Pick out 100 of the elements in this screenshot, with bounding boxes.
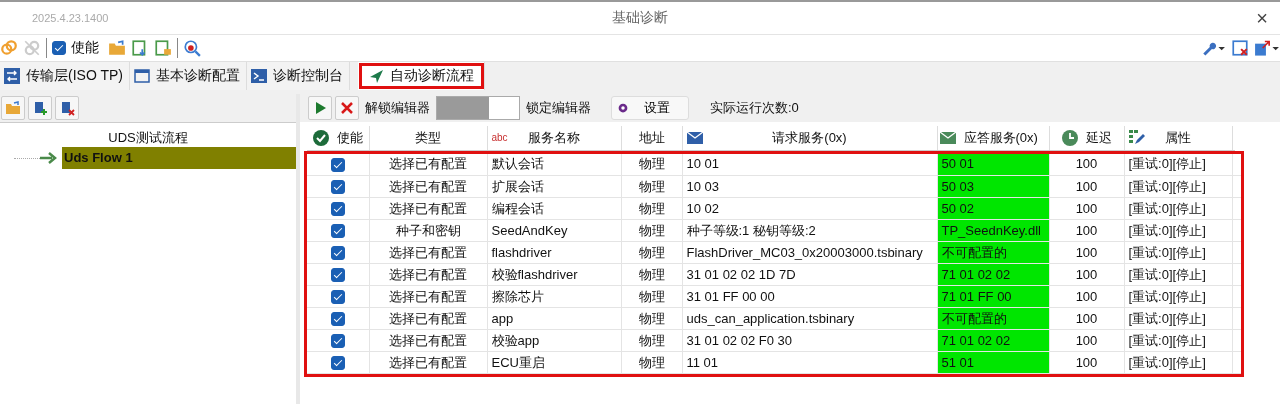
row-checkbox[interactable]	[330, 180, 345, 195]
table-cell: 物理	[621, 241, 682, 264]
delete-page-icon	[59, 100, 75, 116]
column-header: 应答服务(0x)	[963, 128, 1038, 147]
swap-arrows-icon	[4, 68, 20, 84]
table-cell: 选择已有配置	[369, 285, 487, 308]
table-cell: 种子等级:1 秘钥等级:2	[682, 219, 937, 242]
row-checkbox[interactable]	[330, 356, 345, 371]
table-cell: 种子和密钥	[369, 219, 487, 242]
table-cell: 100	[1049, 175, 1124, 198]
table-cell: 物理	[621, 197, 682, 220]
row-checkbox[interactable]	[330, 290, 345, 305]
table-cell: 选择已有配置	[369, 175, 487, 198]
text-type-label: abc	[491, 131, 508, 144]
table-cell: [重试:0][停止]	[1124, 197, 1232, 220]
table-cell: 100	[1049, 307, 1124, 330]
table-cell: 选择已有配置	[369, 153, 487, 176]
table-cell: flashdriver	[487, 241, 621, 264]
column-header: 延迟	[1085, 128, 1112, 147]
table-cell: 选择已有配置	[369, 307, 487, 330]
close-button[interactable]: ×	[1252, 8, 1272, 28]
table-cell: 物理	[621, 285, 682, 308]
row-checkbox[interactable]	[330, 268, 345, 283]
table-cell: 100	[1049, 153, 1124, 176]
table-cell: 校验flashdriver	[487, 263, 621, 286]
table-cell: 100	[1049, 197, 1124, 220]
table-cell: 选择已有配置	[369, 241, 487, 264]
table-cell: 选择已有配置	[369, 351, 487, 374]
table-cell: [重试:0][停止]	[1124, 263, 1232, 286]
folder-icon	[5, 100, 21, 116]
settings-button[interactable]: 设置	[611, 96, 689, 120]
table-cell: uds_can_application.tsbinary	[682, 307, 937, 330]
table-cell: [重试:0][停止]	[1124, 351, 1232, 374]
bug-search-icon[interactable]	[183, 39, 201, 57]
enable-label: 使能	[71, 39, 99, 57]
column-header: 类型	[415, 128, 441, 147]
table-cell: 选择已有配置	[369, 263, 487, 286]
column-header: 服务名称	[528, 128, 580, 147]
row-checkbox[interactable]	[330, 246, 345, 261]
column-header: 属性	[1165, 128, 1191, 147]
enable-checkbox[interactable]	[52, 41, 66, 55]
gear-icon	[616, 101, 630, 115]
check-circle-icon	[312, 129, 329, 146]
save-as-icon[interactable]	[154, 39, 172, 57]
table-cell: 校验app	[487, 329, 621, 352]
table-cell: 物理	[621, 351, 682, 374]
table-cell: 编程会话	[487, 197, 621, 220]
grid-edit-icon	[1128, 129, 1145, 146]
table-cell: 11 01	[682, 351, 937, 374]
lock-editor-label: 锁定编辑器	[526, 99, 591, 117]
row-checkbox[interactable]	[330, 157, 345, 172]
clock-icon	[1061, 129, 1078, 146]
close-icon	[339, 100, 355, 116]
row-checkbox[interactable]	[330, 202, 345, 217]
export-dropdown-icon[interactable]	[1254, 39, 1280, 57]
table-cell: 选择已有配置	[369, 329, 487, 352]
table-cell: 擦除芯片	[487, 285, 621, 308]
stop-button[interactable]	[335, 96, 359, 120]
delete-flow-button[interactable]	[55, 96, 79, 120]
table-cell: 物理	[621, 307, 682, 330]
editor-lock-switch[interactable]	[436, 96, 520, 120]
table-cell: 31 01 02 02 F0 30	[682, 329, 937, 352]
table-cell: 31 01 02 02 1D 7D	[682, 263, 937, 286]
table-cell: 扩展会话	[487, 175, 621, 198]
table-cell: 物理	[621, 175, 682, 198]
table-cell: 100	[1049, 219, 1124, 242]
table-cell: app	[487, 307, 621, 330]
row-checkbox[interactable]	[330, 312, 345, 327]
close-window-icon[interactable]	[1231, 39, 1249, 57]
column-header: 使能	[336, 128, 363, 147]
open-folder-icon[interactable]	[108, 39, 126, 57]
table-cell: 10 02	[682, 197, 937, 220]
table-cell: ECU重启	[487, 351, 621, 374]
table-cell: [重试:0][停止]	[1124, 219, 1232, 242]
table-cell: [重试:0][停止]	[1124, 285, 1232, 308]
unlock-editor-label: 解锁编辑器	[365, 99, 430, 117]
tree-header: UDS测试流程	[107, 129, 189, 147]
table-cell: [重试:0][停止]	[1124, 153, 1232, 176]
tree-item[interactable]: Uds Flow 1	[62, 147, 296, 169]
window-title: 基础诊断	[611, 9, 669, 27]
table-cell: 物理	[621, 219, 682, 242]
console-icon	[250, 68, 267, 84]
tab[interactable]: 自动诊断流程	[357, 62, 485, 90]
row-checkbox[interactable]	[330, 224, 345, 239]
table-cell: [重试:0][停止]	[1124, 307, 1232, 330]
table-cell: [重试:0][停止]	[1124, 175, 1232, 198]
table-cell: [重试:0][停止]	[1124, 329, 1232, 352]
envelope-icon	[939, 129, 956, 146]
table-cell: 物理	[621, 153, 682, 176]
table-cell: 31 01 FF 00 00	[682, 285, 937, 308]
run-button[interactable]	[308, 96, 332, 120]
column-header: 地址	[638, 128, 665, 147]
add-flow-button[interactable]	[28, 96, 52, 120]
envelope-icon	[686, 129, 703, 146]
version-label: 2025.4.23.1400	[32, 12, 109, 24]
add-page-icon	[32, 100, 48, 116]
row-checkbox[interactable]	[330, 334, 345, 349]
response-cell: 50 01	[937, 153, 1049, 176]
table-cell: SeedAndKey	[487, 219, 621, 242]
table-cell: [重试:0][停止]	[1124, 241, 1232, 264]
